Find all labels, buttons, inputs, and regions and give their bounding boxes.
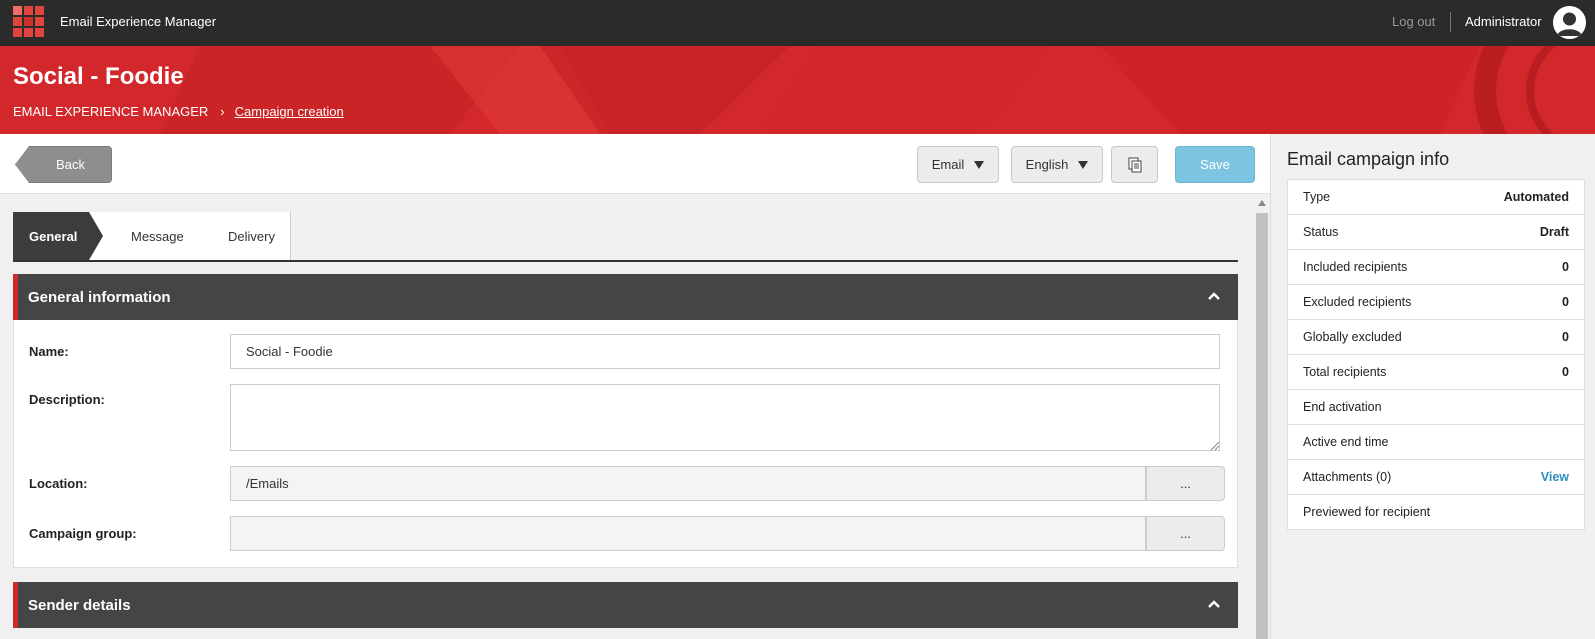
location-browse-button[interactable]: ... — [1146, 466, 1225, 501]
tab-general[interactable]: General — [13, 212, 103, 260]
save-button[interactable]: Save — [1175, 146, 1255, 183]
user-name[interactable]: Administrator — [1465, 14, 1542, 29]
page-header: Social - Foodie EMAIL EXPERIENCE MANAGER… — [0, 46, 1595, 134]
breadcrumb: EMAIL EXPERIENCE MANAGER › Campaign creati… — [13, 104, 344, 119]
description-textarea[interactable] — [230, 384, 1220, 451]
language-dropdown[interactable]: English — [1011, 146, 1103, 183]
info-label: Previewed for recipient — [1303, 505, 1431, 519]
info-label: Excluded recipients — [1303, 295, 1412, 309]
info-row-attachments: Attachments (0) View — [1288, 460, 1584, 495]
panel-title: Email campaign info — [1287, 149, 1450, 169]
campaign-info-table: Type Automated Status Draft Included rec… — [1287, 179, 1585, 530]
description-label: Description: — [29, 392, 105, 407]
chevron-up-icon[interactable] — [1208, 290, 1220, 302]
info-row-type: Type Automated — [1288, 180, 1584, 215]
page-title: Social - Foodie — [13, 63, 184, 90]
topbar-divider — [1450, 12, 1451, 32]
campaign-group-label: Campaign group: — [29, 526, 137, 541]
toolbar: Back Email English Save — [0, 134, 1270, 194]
info-label: Status — [1303, 225, 1339, 239]
location-input[interactable]: /Emails — [230, 466, 1146, 501]
tab-message[interactable]: Message — [89, 212, 199, 260]
scroll-thumb[interactable] — [1256, 213, 1268, 639]
chevron-up-icon[interactable] — [1208, 598, 1220, 610]
info-label: Globally excluded — [1303, 330, 1402, 344]
info-row-globally-excluded: Globally excluded 0 — [1288, 320, 1584, 355]
name-label: Name: — [29, 344, 69, 359]
user-avatar-icon[interactable] — [1553, 6, 1586, 39]
tab-bar: Delivery Message General — [13, 212, 1238, 262]
info-row-status: Status Draft — [1288, 215, 1584, 250]
type-dropdown-label: Email — [931, 157, 965, 172]
top-bar: Email Experience Manager Log out Adminis… — [0, 0, 1595, 46]
copy-icon — [1128, 157, 1141, 172]
info-row-included-recipients: Included recipients 0 — [1288, 250, 1584, 285]
info-value: Automated — [1503, 190, 1569, 204]
caret-down-icon — [1078, 160, 1089, 169]
name-input[interactable]: Social - Foodie — [230, 334, 1220, 369]
info-label: Active end time — [1303, 435, 1389, 449]
scroll-up-icon[interactable] — [1258, 200, 1266, 206]
info-label: Included recipients — [1303, 260, 1408, 274]
type-dropdown[interactable]: Email — [917, 146, 999, 183]
info-value: 0 — [1562, 260, 1569, 274]
sender-details-header[interactable]: Sender details — [13, 582, 1238, 628]
location-label: Location: — [29, 476, 88, 491]
app-logo-icon[interactable] — [13, 6, 45, 38]
info-label: Type — [1303, 190, 1331, 204]
breadcrumb-current[interactable]: Campaign creation — [235, 104, 344, 119]
breadcrumb-separator-icon: › — [220, 104, 225, 119]
app-title: Email Experience Manager — [60, 14, 217, 29]
info-value: 0 — [1562, 365, 1569, 379]
main-content: Delivery Message General General informa… — [0, 194, 1250, 639]
logout-link[interactable]: Log out — [1392, 14, 1435, 29]
general-information-header[interactable]: General information — [13, 274, 1238, 320]
campaign-group-browse-button[interactable]: ... — [1146, 516, 1225, 551]
campaign-group-input[interactable] — [230, 516, 1146, 551]
info-value: 0 — [1562, 295, 1569, 309]
info-label: Attachments (0) — [1303, 470, 1392, 484]
info-label: End activation — [1303, 400, 1382, 414]
resize-grip-icon[interactable] — [1211, 442, 1219, 450]
breadcrumb-root[interactable]: EMAIL EXPERIENCE MANAGER — [13, 104, 208, 119]
info-value: Draft — [1539, 225, 1569, 239]
tab-delivery[interactable]: Delivery — [184, 212, 291, 260]
caret-down-icon — [974, 160, 985, 169]
view-attachments-link[interactable]: View — [1541, 470, 1569, 484]
info-row-end-activation: End activation — [1288, 390, 1584, 425]
copy-button[interactable] — [1111, 146, 1158, 183]
info-label: Total recipients — [1303, 365, 1387, 379]
header-decoration — [160, 46, 1557, 134]
section-title: Sender details — [28, 596, 131, 614]
info-row-previewed-for-recipient: Previewed for recipient — [1288, 495, 1584, 529]
main-scrollbar[interactable] — [1256, 200, 1268, 639]
info-row-total-recipients: Total recipients 0 — [1288, 355, 1584, 390]
campaign-info-panel: Email campaign info Type Automated Statu… — [1270, 134, 1595, 639]
info-row-active-end-time: Active end time — [1288, 425, 1584, 460]
language-dropdown-label: English — [1025, 157, 1069, 172]
back-button[interactable]: Back — [15, 146, 112, 183]
section-title: General information — [28, 288, 171, 306]
general-information-body: Name: Social - Foodie Description: Locat… — [13, 320, 1238, 568]
info-value: 0 — [1562, 330, 1569, 344]
info-row-excluded-recipients: Excluded recipients 0 — [1288, 285, 1584, 320]
